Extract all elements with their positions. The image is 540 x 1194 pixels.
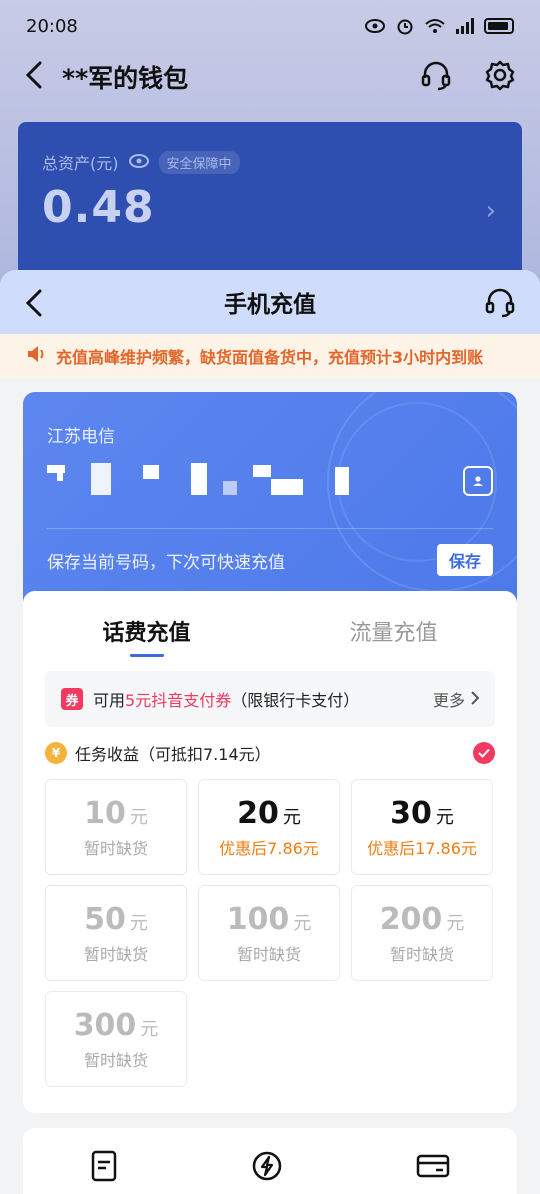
amount-subtext: 暂时缺货 xyxy=(389,944,454,964)
tab-phone-bill[interactable]: 话费充值 xyxy=(23,591,270,671)
bill-record-icon[interactable] xyxy=(90,1150,118,1186)
headset-icon[interactable] xyxy=(420,59,452,95)
gear-icon[interactable] xyxy=(484,59,516,95)
safe-badge: 安全保障中 xyxy=(158,150,240,174)
coupon-text: 可用5元抖音支付券（限银行卡支付） xyxy=(93,687,359,711)
speaker-icon xyxy=(26,345,48,367)
coupon-prefix: 可用 xyxy=(93,691,126,710)
save-button[interactable]: 保存 xyxy=(436,544,493,576)
amount-grid: 10 元 暂时缺货 20 元 优惠后7.86元 30 元 优惠后17.86元 50 元 … xyxy=(45,779,495,1087)
eye-toggle-icon[interactable] xyxy=(128,153,149,172)
amount-subtext: 暂时缺货 xyxy=(83,1050,148,1070)
asset-card[interactable]: 总资产(元) 安全保障中 0.48 › xyxy=(18,122,522,292)
amount-value: 100 xyxy=(226,901,290,937)
amount-unit: 元 xyxy=(446,912,465,934)
coupon-row[interactable]: 券 可用5元抖音支付券（限银行卡支付） 更多 xyxy=(45,671,495,727)
phone-number-masked[interactable] xyxy=(47,461,493,495)
amount-option-30[interactable]: 30 元 优惠后17.86元 xyxy=(351,779,493,875)
card-icon[interactable] xyxy=(416,1152,450,1184)
save-number-row: 保存当前号码，下次可快速充值 保存 xyxy=(47,544,493,576)
sheet-back-icon[interactable] xyxy=(24,288,44,322)
lightning-icon[interactable] xyxy=(251,1150,283,1186)
amount-unit: 元 xyxy=(129,806,148,828)
recharge-sheet: 手机充值 充值高峰维护频繁，缺货面值备货中，充值预计3小时内到账 江苏电信 保存… xyxy=(0,270,540,1194)
amount-unit: 元 xyxy=(129,912,148,934)
wallet-actions xyxy=(420,59,516,95)
alarm-icon xyxy=(394,18,416,35)
amount-value: 20 xyxy=(237,795,279,831)
coupon-highlight: 5元抖音支付券 xyxy=(125,691,232,710)
battery-icon xyxy=(484,18,514,34)
amount-value: 50 xyxy=(84,901,126,937)
bottom-actions xyxy=(23,1128,517,1194)
amount-subtext: 优惠后7.86元 xyxy=(219,838,319,858)
amount-option-300[interactable]: 300 元 暂时缺货 xyxy=(45,991,187,1087)
back-icon[interactable] xyxy=(24,60,44,94)
coupon-tag: 券 xyxy=(61,688,83,710)
asset-value: 0.48 xyxy=(42,182,155,233)
coupon-suffix: （限银行卡支付） xyxy=(231,691,360,710)
amount-subtext: 优惠后17.86元 xyxy=(367,838,477,858)
amount-subtext: 暂时缺货 xyxy=(236,944,301,964)
checkmark-icon[interactable] xyxy=(473,742,495,764)
coupon-more-link[interactable]: 更多 xyxy=(432,687,480,711)
tab-data[interactable]: 流量充值 xyxy=(270,591,517,671)
wallet-title: **军的钱包 xyxy=(62,64,189,93)
status-time: 20:08 xyxy=(26,15,78,37)
amount-value: 200 xyxy=(379,901,443,937)
sheet-title: 手机充值 xyxy=(224,292,316,318)
chevron-right-icon xyxy=(471,690,480,709)
coin-icon: ¥ xyxy=(45,742,67,764)
amount-option-10[interactable]: 10 元 暂时缺货 xyxy=(45,779,187,875)
amount-option-20[interactable]: 20 元 优惠后7.86元 xyxy=(198,779,340,875)
card-divider xyxy=(47,528,493,529)
recharge-panel: 话费充值 流量充值 券 可用5元抖音支付券（限银行卡支付） 更多 ¥ 任务收益（… xyxy=(23,591,517,1113)
notice-text: 充值高峰维护频繁，缺货面值备货中，充值预计3小时内到账 xyxy=(56,348,484,367)
asset-label-row: 总资产(元) 安全保障中 xyxy=(42,150,498,174)
more-label: 更多 xyxy=(432,691,465,710)
signal-icon xyxy=(454,18,476,34)
amount-value: 30 xyxy=(390,795,432,831)
amount-value: 10 xyxy=(84,795,126,831)
eye-icon xyxy=(364,18,386,34)
task-reward-row[interactable]: ¥ 任务收益（可抵扣7.14元） xyxy=(45,727,495,779)
sheet-header: 手机充值 xyxy=(0,270,540,334)
amount-unit: 元 xyxy=(293,912,312,934)
status-icons xyxy=(364,18,514,35)
amount-option-50[interactable]: 50 元 暂时缺货 xyxy=(45,885,187,981)
amount-option-200[interactable]: 200 元 暂时缺货 xyxy=(351,885,493,981)
task-reward-text: 任务收益（可抵扣7.14元） xyxy=(75,745,271,764)
amount-option-100[interactable]: 100 元 暂时缺货 xyxy=(198,885,340,981)
amount-unit: 元 xyxy=(140,1018,159,1040)
customer-service-icon[interactable] xyxy=(484,286,516,322)
wallet-background: 20:08 **军的钱包 总资产(元) 安全保障中 0.48 › xyxy=(0,0,540,300)
contact-book-icon[interactable] xyxy=(463,466,493,496)
amount-value: 300 xyxy=(73,1007,137,1043)
recharge-tabs: 话费充值 流量充值 xyxy=(23,591,517,671)
chevron-right-icon: › xyxy=(485,196,496,226)
status-bar: 20:08 xyxy=(0,0,540,52)
notice-bar: 充值高峰维护频繁，缺货面值备货中，充值预计3小时内到账 xyxy=(0,334,540,378)
wifi-icon xyxy=(424,18,446,34)
asset-label: 总资产(元) xyxy=(42,154,119,173)
amount-subtext: 暂时缺货 xyxy=(83,944,148,964)
wallet-header: **军的钱包 xyxy=(0,52,540,102)
amount-unit: 元 xyxy=(435,806,454,828)
save-hint: 保存当前号码，下次可快速充值 xyxy=(47,552,285,573)
amount-subtext: 暂时缺货 xyxy=(83,838,148,858)
amount-unit: 元 xyxy=(282,806,301,828)
